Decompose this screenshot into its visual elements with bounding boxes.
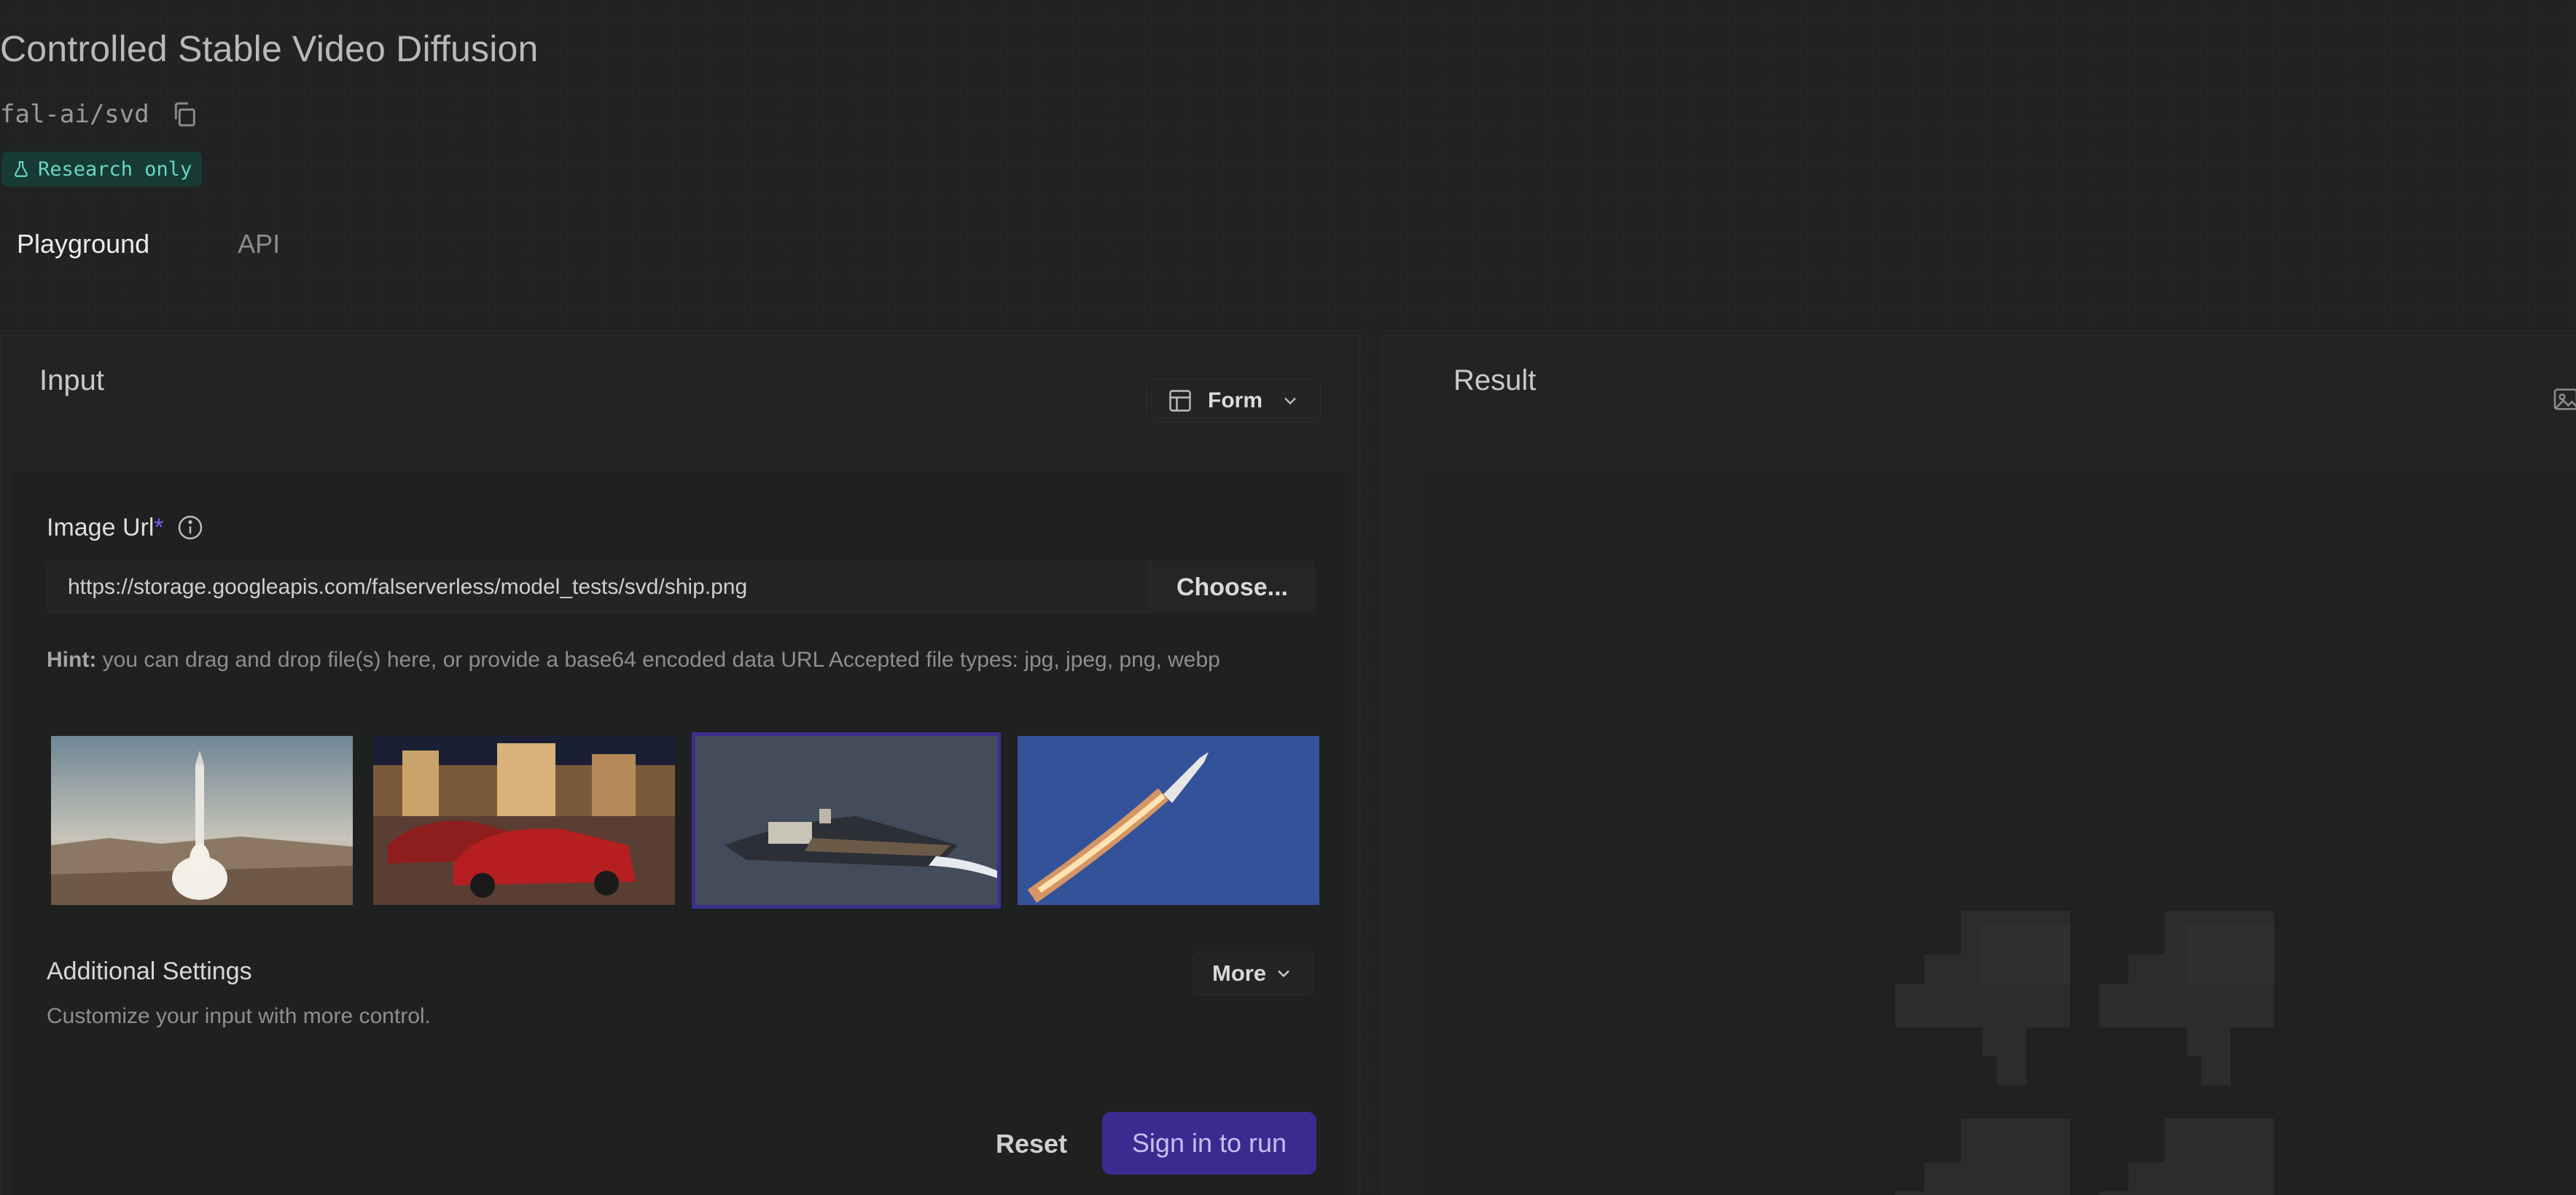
additional-settings-subtitle: Customize your input with more control.: [47, 1004, 431, 1028]
empty-result-placeholder-icon: [1895, 911, 2274, 1195]
more-settings-button[interactable]: More: [1193, 952, 1314, 995]
tab-playground[interactable]: Playground: [0, 229, 166, 259]
flask-icon: [12, 160, 31, 179]
image-url-label: Image Url*: [47, 512, 205, 544]
tab-api[interactable]: API: [221, 229, 297, 259]
model-id: fal-ai/svd: [0, 100, 149, 129]
example-image-rocket-sky[interactable]: [1018, 736, 1319, 905]
badge-label: Research only: [38, 157, 192, 181]
choose-file-button[interactable]: Choose...: [1149, 561, 1314, 614]
chevron-down-icon: [1280, 391, 1300, 411]
image-url-input[interactable]: [47, 575, 1150, 600]
image-icon[interactable]: [2551, 385, 2576, 414]
view-mode-dropdown[interactable]: Form: [1146, 379, 1321, 423]
tabs: Playground API: [0, 219, 297, 270]
example-image-ship[interactable]: [692, 732, 1001, 909]
image-url-label-text: Image Url: [47, 513, 155, 541]
chevron-down-icon: [1273, 963, 1294, 984]
view-mode-label: Form: [1208, 388, 1262, 412]
research-only-badge: Research only: [1, 152, 203, 187]
reset-button[interactable]: Reset: [977, 1113, 1086, 1175]
example-image-red-cars[interactable]: [373, 736, 675, 905]
copy-icon[interactable]: [170, 100, 199, 129]
info-icon[interactable]: [176, 513, 205, 542]
input-panel-title: Input: [39, 364, 104, 396]
hint-text: Hint: you can drag and drop file(s) here…: [47, 644, 1286, 676]
sign-in-to-run-button[interactable]: Sign in to run: [1102, 1112, 1316, 1175]
page-title: Controlled Stable Video Diffusion: [0, 28, 539, 69]
required-mark: *: [154, 513, 164, 541]
more-label: More: [1212, 960, 1267, 986]
result-panel-title: Result: [1453, 364, 1537, 396]
image-url-field: Choose...: [47, 561, 1315, 614]
layout-icon: [1167, 388, 1193, 414]
hint-body: you can drag and drop file(s) here, or p…: [96, 648, 1220, 672]
example-image-rocket-launch[interactable]: [51, 736, 353, 905]
model-id-row: fal-ai/svd: [0, 96, 199, 133]
additional-settings-title: Additional Settings: [47, 957, 252, 985]
hint-prefix: Hint:: [47, 648, 97, 672]
